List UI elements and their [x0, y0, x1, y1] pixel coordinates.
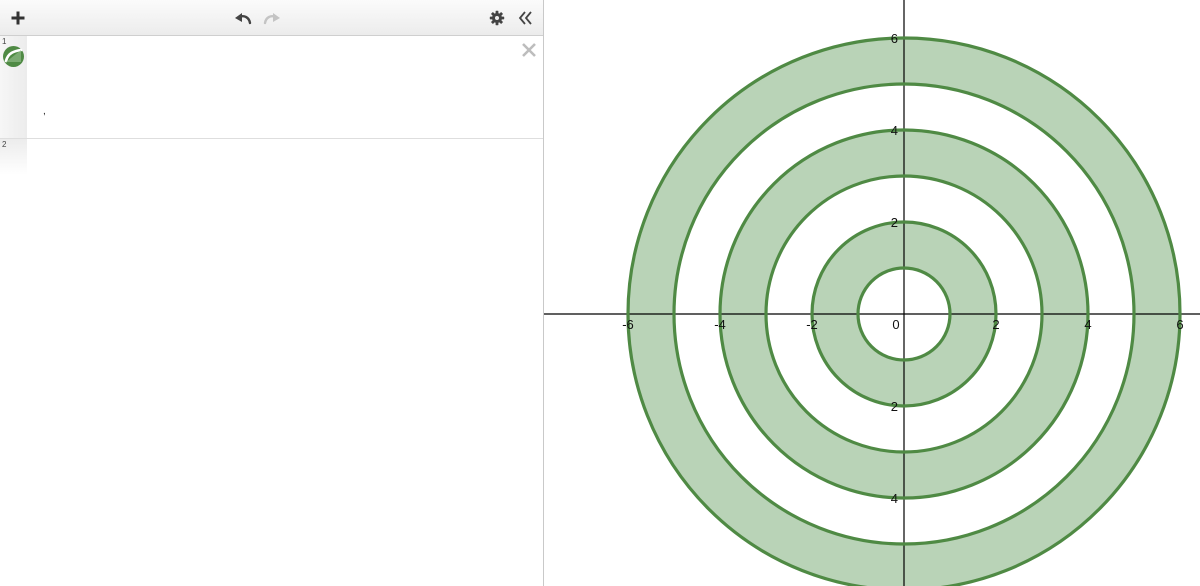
y-tick-label: 6 — [891, 31, 898, 46]
x-tick-label: -6 — [622, 317, 634, 332]
y-tick-label: 4 — [891, 123, 898, 138]
plus-icon — [11, 11, 25, 24]
expression-index: 2 — [2, 140, 7, 149]
expression-panel: 1 , 2 — [0, 0, 544, 586]
delete-expression-button[interactable] — [519, 40, 539, 60]
expression-math: , — [43, 106, 46, 117]
x-tick-label: 0 — [892, 317, 899, 332]
undo-icon — [235, 12, 252, 24]
expression-input[interactable]: , — [28, 36, 515, 138]
double-chevron-left-icon — [518, 10, 532, 25]
redo-button[interactable] — [259, 0, 285, 35]
y-tick-label: 4 — [891, 491, 898, 506]
redo-icon — [263, 12, 280, 24]
expression-row[interactable]: 2 — [0, 139, 543, 175]
x-tick-label: 6 — [1176, 317, 1183, 332]
expression-toolbar — [0, 0, 543, 36]
settings-button[interactable] — [486, 0, 508, 35]
graphing-calculator: 1 , 2 -6 -4 -2 0 2 4 6 6 4 2 2 4 — [0, 0, 1200, 586]
y-tick-label: 2 — [891, 215, 898, 230]
x-tick-label: 2 — [992, 317, 999, 332]
graphed-expression-icon[interactable] — [2, 45, 25, 68]
gear-icon — [489, 10, 505, 25]
expression-row[interactable]: 1 , — [0, 36, 543, 139]
add-expression-button[interactable] — [4, 0, 32, 35]
x-tick-label: -2 — [806, 317, 818, 332]
collapse-panel-button[interactable] — [513, 0, 537, 35]
graph-canvas[interactable]: -6-4-20246642246 — [544, 0, 1200, 586]
expression-gutter: 1 — [0, 36, 27, 138]
undo-button[interactable] — [230, 0, 256, 35]
graph-paper[interactable]: -6-4-20246642246 — [544, 0, 1200, 586]
expression-gutter: 2 — [0, 139, 27, 175]
x-tick-label: 4 — [1084, 317, 1091, 332]
x-tick-label: -4 — [714, 317, 726, 332]
y-tick-label: 2 — [891, 399, 898, 414]
close-icon — [522, 43, 536, 57]
expression-input[interactable] — [28, 139, 515, 175]
